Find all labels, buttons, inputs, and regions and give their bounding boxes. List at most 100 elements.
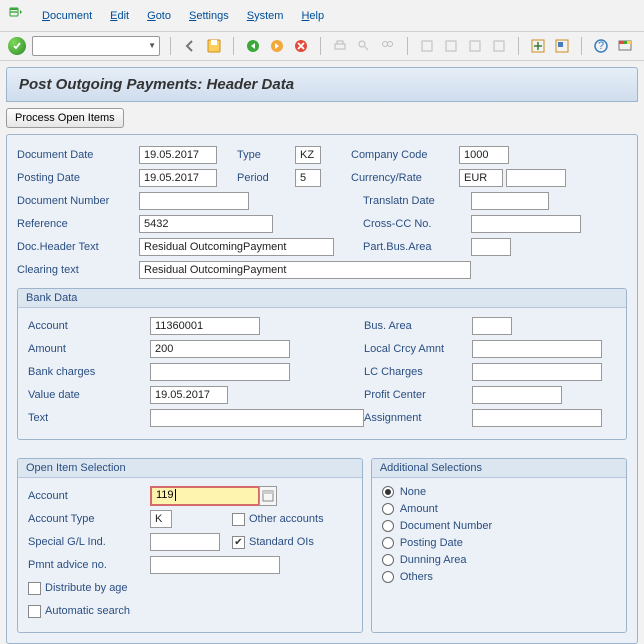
- lc-charges-label: LC Charges: [364, 366, 472, 378]
- automatic-search-checkbox[interactable]: [28, 605, 41, 618]
- posting-date-field[interactable]: [139, 169, 217, 187]
- toolbar: ?: [0, 32, 644, 61]
- currency-rate-label: Currency/Rate: [351, 172, 459, 184]
- bus-area-field[interactable]: [472, 317, 512, 335]
- enter-icon[interactable]: [8, 37, 26, 55]
- shortcut-icon[interactable]: [553, 37, 571, 55]
- last-page-icon[interactable]: [490, 37, 508, 55]
- distribute-by-age-checkbox[interactable]: [28, 582, 41, 595]
- menu-help[interactable]: Help: [301, 10, 324, 22]
- amount-label: Amount: [28, 343, 150, 355]
- open-account-label: Account: [28, 490, 150, 502]
- document-number-label: Document Number: [17, 195, 139, 207]
- menu-document[interactable]: Document: [42, 10, 92, 22]
- special-gl-ind-field[interactable]: [150, 533, 220, 551]
- clearing-text-label: Clearing text: [17, 264, 139, 276]
- radio-none[interactable]: None: [382, 486, 616, 498]
- profit-center-field[interactable]: [472, 386, 562, 404]
- pmnt-advice-no-label: Pmnt advice no.: [28, 559, 150, 571]
- distribute-by-age-label: Distribute by age: [45, 582, 128, 594]
- part-bus-area-field[interactable]: [471, 238, 511, 256]
- open-item-selection-title: Open Item Selection: [18, 459, 362, 478]
- radio-document-number[interactable]: Document Number: [382, 520, 616, 532]
- document-date-label: Document Date: [17, 149, 139, 161]
- additional-selections-title: Additional Selections: [372, 459, 626, 478]
- open-account-field[interactable]: 119: [150, 486, 260, 506]
- lc-charges-field[interactable]: [472, 363, 602, 381]
- additional-selections-group: Additional Selections None Amount Docume…: [371, 458, 627, 633]
- translatn-date-field[interactable]: [471, 192, 549, 210]
- svg-text:?: ?: [598, 40, 604, 52]
- radio-posting-date[interactable]: Posting Date: [382, 537, 616, 549]
- value-date-field[interactable]: [150, 386, 228, 404]
- period-field[interactable]: [295, 169, 321, 187]
- account-type-field[interactable]: [150, 510, 172, 528]
- page-title: Post Outgoing Payments: Header Data: [19, 76, 294, 93]
- local-crcy-amnt-field[interactable]: [472, 340, 602, 358]
- bank-text-field[interactable]: [150, 409, 364, 427]
- assignment-label: Assignment: [364, 412, 472, 424]
- layout-icon[interactable]: [616, 37, 634, 55]
- prev-page-icon[interactable]: [442, 37, 460, 55]
- page-title-bar: Post Outgoing Payments: Header Data: [6, 67, 638, 102]
- radio-amount[interactable]: Amount: [382, 503, 616, 515]
- menu-system[interactable]: System: [247, 10, 284, 22]
- bus-area-label: Bus. Area: [364, 320, 472, 332]
- bank-charges-field[interactable]: [150, 363, 290, 381]
- standard-ois-label: Standard OIs: [249, 536, 314, 548]
- assignment-field[interactable]: [472, 409, 602, 427]
- translatn-date-label: Translatn Date: [363, 195, 471, 207]
- cancel-icon[interactable]: [292, 37, 310, 55]
- bank-charges-label: Bank charges: [28, 366, 150, 378]
- bank-account-field[interactable]: [150, 317, 260, 335]
- next-page-icon[interactable]: [466, 37, 484, 55]
- save-icon[interactable]: [205, 37, 223, 55]
- left-arrow-icon[interactable]: [181, 37, 199, 55]
- exit-icon[interactable]: [268, 37, 286, 55]
- find-next-icon[interactable]: [379, 37, 397, 55]
- radio-others[interactable]: Others: [382, 571, 616, 583]
- document-number-field[interactable]: [139, 192, 249, 210]
- currency-field[interactable]: [459, 169, 503, 187]
- other-accounts-checkbox[interactable]: [232, 513, 245, 526]
- company-code-label: Company Code: [351, 149, 459, 161]
- clearing-text-field[interactable]: [139, 261, 471, 279]
- company-code-field[interactable]: [459, 146, 509, 164]
- command-field[interactable]: [32, 36, 160, 56]
- doc-header-text-field[interactable]: [139, 238, 334, 256]
- menu-settings[interactable]: Settings: [189, 10, 229, 22]
- f4-help-icon[interactable]: [259, 486, 277, 506]
- bank-text-label: Text: [28, 412, 150, 424]
- posting-date-label: Posting Date: [17, 172, 139, 184]
- menu-edit[interactable]: Edit: [110, 10, 129, 22]
- document-date-field[interactable]: [139, 146, 217, 164]
- reference-label: Reference: [17, 218, 139, 230]
- other-accounts-label: Other accounts: [249, 513, 324, 525]
- automatic-search-label: Automatic search: [45, 605, 130, 617]
- radio-dunning-area[interactable]: Dunning Area: [382, 554, 616, 566]
- app-menu-icon[interactable]: [8, 6, 24, 25]
- first-page-icon[interactable]: [418, 37, 436, 55]
- menubar: Document Edit Goto Settings System Help: [0, 0, 644, 32]
- reference-field[interactable]: [139, 215, 273, 233]
- pmnt-advice-no-field[interactable]: [150, 556, 280, 574]
- rate-field[interactable]: [506, 169, 566, 187]
- standard-ois-checkbox[interactable]: [232, 536, 245, 549]
- help-icon[interactable]: ?: [592, 37, 610, 55]
- menu-goto[interactable]: Goto: [147, 10, 171, 22]
- cross-cc-no-field[interactable]: [471, 215, 581, 233]
- period-label: Period: [237, 172, 295, 184]
- process-open-items-button[interactable]: Process Open Items: [6, 108, 124, 128]
- doc-header-text-label: Doc.Header Text: [17, 241, 139, 253]
- type-field[interactable]: [295, 146, 321, 164]
- app-toolbar: Process Open Items: [6, 108, 638, 128]
- bank-account-label: Account: [28, 320, 150, 332]
- print-icon[interactable]: [331, 37, 349, 55]
- amount-field[interactable]: [150, 340, 290, 358]
- find-icon[interactable]: [355, 37, 373, 55]
- main-panel: Document Date Type Company Code Posting …: [6, 134, 638, 644]
- open-item-selection-group: Open Item Selection Account 119 Account …: [17, 458, 363, 633]
- back-icon[interactable]: [244, 37, 262, 55]
- new-session-icon[interactable]: [529, 37, 547, 55]
- cross-cc-no-label: Cross-CC No.: [363, 218, 471, 230]
